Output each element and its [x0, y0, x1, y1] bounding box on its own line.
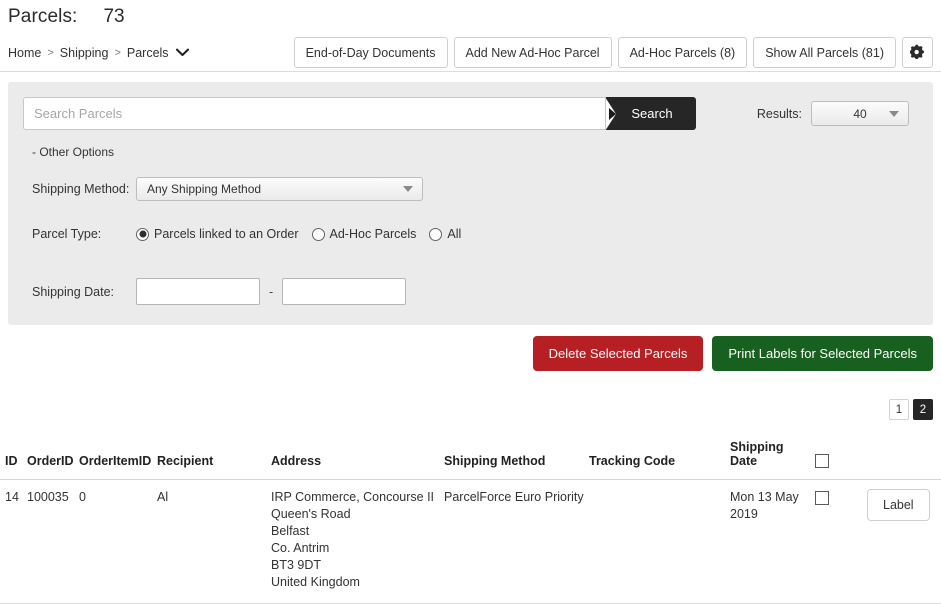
table-header: ID OrderID OrderItemID Recipient Address… — [0, 432, 941, 480]
cell-tracking-code — [589, 479, 730, 604]
show-all-parcels-button[interactable]: Show All Parcels (81) — [753, 37, 896, 68]
results-count-dropdown[interactable]: 40 — [811, 101, 909, 126]
table-header-row: ID OrderID OrderItemID Recipient Address… — [0, 432, 941, 480]
cell-shipping-method: ParcelForce Euro Priority — [444, 479, 589, 604]
breadcrumb-bar: Home > Shipping > Parcels End-of-Day Doc… — [0, 34, 941, 72]
parcel-type-row: Parcel Type: Parcels linked to an Order … — [32, 227, 461, 241]
cell-order-id: 100035 — [27, 479, 79, 604]
address-line: Co. Antrim — [271, 541, 330, 555]
search-filter-panel: Search Results: 40 - Other Options Shipp… — [8, 82, 933, 325]
results-selector: Results: 40 — [757, 101, 909, 126]
column-header-address[interactable]: Address — [271, 432, 444, 480]
radio-all[interactable]: All — [429, 227, 461, 241]
add-new-adhoc-parcel-button[interactable]: Add New Ad-Hoc Parcel — [453, 37, 612, 68]
delete-selected-parcels-button[interactable]: Delete Selected Parcels — [532, 336, 704, 371]
address-line: BT3 9DT — [271, 558, 322, 572]
address-line: IRP Commerce, Concourse II — [271, 490, 435, 504]
address-line: Queen's Road — [271, 507, 351, 521]
address-line: Belfast — [271, 524, 310, 538]
column-header-select-all — [815, 432, 867, 480]
cell-id: 14 — [0, 479, 27, 604]
radio-label: Ad-Hoc Parcels — [329, 227, 417, 241]
shipping-date-label: Shipping Date: — [32, 284, 115, 299]
header-actions: End-of-Day Documents Add New Ad-Hoc Parc… — [293, 37, 941, 68]
shipping-method-label: Shipping Method: — [32, 182, 130, 196]
pagination: 1 2 — [889, 399, 933, 420]
cell-shipping-date: Mon 13 May 2019 — [730, 479, 815, 604]
breadcrumb-item-parcels[interactable]: Parcels — [127, 46, 169, 60]
column-header-id[interactable]: ID — [0, 432, 27, 480]
bulk-action-buttons: Delete Selected Parcels Print Labels for… — [532, 336, 933, 371]
cell-order-item-id: 0 — [79, 479, 157, 604]
column-header-recipient[interactable]: Recipient — [157, 432, 271, 480]
cell-address: IRP Commerce, Concourse II Queen's Road … — [271, 479, 444, 604]
cell-recipient: Al — [157, 479, 271, 604]
shipping-method-value: Any Shipping Method — [147, 182, 262, 196]
cell-select — [815, 479, 867, 604]
shipping-method-row: Shipping Method: Any Shipping Method — [32, 177, 423, 201]
radio-indicator — [429, 227, 443, 241]
breadcrumb-item-home[interactable]: Home — [8, 46, 41, 60]
adhoc-parcels-button[interactable]: Ad-Hoc Parcels (8) — [617, 37, 748, 68]
column-header-shipping-method[interactable]: Shipping Method — [444, 432, 589, 480]
breadcrumb-separator: > — [47, 46, 54, 59]
row-select-checkbox[interactable] — [815, 490, 829, 505]
chevron-down-icon — [403, 186, 413, 192]
settings-button[interactable] — [902, 37, 933, 68]
address-line: United Kingdom — [271, 575, 360, 589]
radio-label: All — [447, 227, 462, 241]
chevron-down-icon — [889, 110, 899, 117]
results-count-value: 40 — [853, 106, 867, 121]
search-button-label: Search — [631, 106, 673, 121]
shipping-date-to-input[interactable] — [282, 278, 407, 305]
end-of-day-documents-button[interactable]: End-of-Day Documents — [293, 37, 448, 68]
select-all-checkbox[interactable] — [815, 454, 829, 468]
date-range-separator: - — [269, 284, 274, 299]
pagination-page-1[interactable]: 1 — [889, 399, 909, 420]
shipping-method-dropdown[interactable]: Any Shipping Method — [136, 177, 423, 201]
column-header-tracking-code[interactable]: Tracking Code — [589, 432, 730, 480]
table-body: 14 100035 0 Al IRP Commerce, Concourse I… — [0, 479, 941, 604]
parcels-table: ID OrderID OrderItemID Recipient Address… — [0, 432, 941, 604]
column-header-shipping-date[interactable]: Shipping Date — [730, 432, 815, 480]
parcel-type-label: Parcel Type: — [32, 227, 102, 241]
radio-parcels-linked-to-order[interactable]: Parcels linked to an Order — [136, 227, 299, 241]
breadcrumb-separator: > — [114, 46, 121, 59]
search-button[interactable]: Search — [606, 97, 696, 130]
shipping-date-row: Shipping Date: - — [32, 278, 407, 305]
print-labels-button[interactable]: Print Labels for Selected Parcels — [712, 336, 933, 371]
parcel-count: 73 — [103, 6, 125, 27]
cell-actions: Label — [867, 479, 941, 604]
chevron-down-icon[interactable] — [175, 48, 189, 57]
breadcrumb-item-shipping[interactable]: Shipping — [60, 46, 109, 60]
search-row: Search Results: 40 — [8, 82, 933, 130]
other-options-toggle[interactable]: - Other Options — [32, 145, 114, 159]
print-label-button[interactable]: Label — [867, 489, 930, 521]
page-title: Parcels: — [8, 6, 78, 27]
search-notch-inner — [609, 107, 616, 120]
parcel-type-radio-group: Parcels linked to an Order Ad-Hoc Parcel… — [136, 227, 461, 241]
radio-indicator — [311, 227, 325, 241]
radio-indicator — [136, 227, 149, 241]
pagination-page-2[interactable]: 2 — [913, 399, 933, 420]
radio-adhoc-parcels[interactable]: Ad-Hoc Parcels — [311, 227, 417, 241]
page-header: Parcels: 73 — [0, 0, 941, 34]
radio-label: Parcels linked to an Order — [154, 227, 299, 241]
column-header-order-item-id[interactable]: OrderItemID — [79, 432, 157, 480]
table-row[interactable]: 14 100035 0 Al IRP Commerce, Concourse I… — [0, 479, 941, 604]
results-label: Results: — [756, 106, 802, 121]
gear-icon — [909, 44, 925, 62]
column-header-order-id[interactable]: OrderID — [27, 432, 79, 480]
column-header-actions — [867, 432, 941, 480]
shipping-date-from-input[interactable] — [136, 278, 260, 305]
search-input[interactable] — [23, 97, 606, 130]
